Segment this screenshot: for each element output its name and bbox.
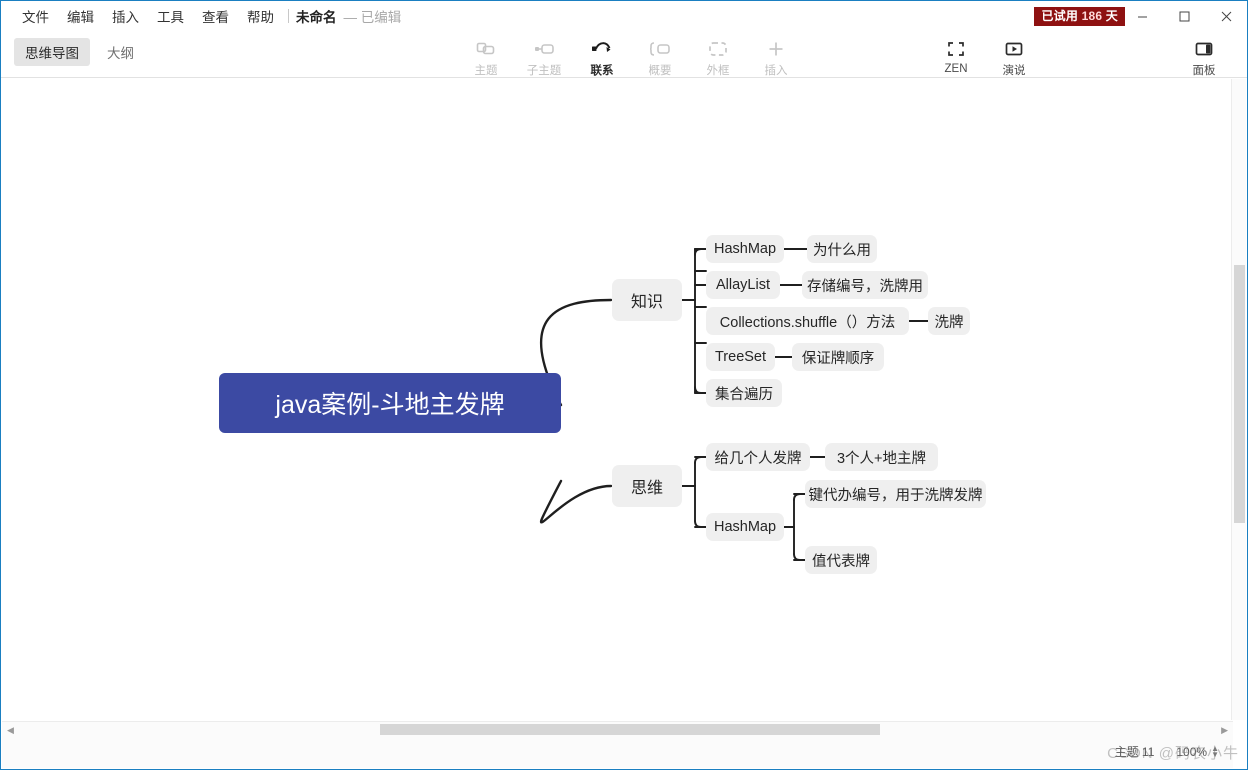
summary-icon (649, 38, 671, 59)
toolbar-label-presentation: 演说 (1002, 65, 1026, 77)
status-bar: 主题 11 100% ▲ ▼ (2, 735, 1233, 768)
mindmap-node-hashmap-thinking[interactable]: HashMap (706, 513, 784, 541)
mindmap-node-allaylist[interactable]: AllayList (706, 271, 780, 299)
toolbar-label-topic: 主题 (474, 65, 498, 77)
toolbar-button-summary[interactable]: 概要 (631, 34, 689, 78)
mindmap-node-three-people-landlord[interactable]: 3个人+地主牌 (825, 443, 938, 471)
horizontal-scrollbar-thumb[interactable] (380, 724, 880, 735)
document-title: 未命名 (296, 10, 337, 25)
trial-suffix-label: 天 (1105, 9, 1118, 23)
toolbar-button-relation[interactable]: 联系 (573, 34, 631, 78)
zoom-level-value: 100% (1176, 744, 1208, 759)
insert-plus-icon (766, 38, 786, 59)
toolbar-button-zen[interactable]: ZEN (927, 34, 985, 78)
mindmap-node-thinking[interactable]: 思维 (612, 465, 682, 507)
toolbar-button-subtopic[interactable]: 子主题 (515, 34, 573, 78)
toolbar-right-actions: ZEN 演说 面板 (927, 34, 1233, 78)
document-edit-state: — 已编辑 (343, 10, 402, 25)
menu-item-help[interactable]: 帮助 (238, 3, 283, 29)
subtopic-icon (533, 38, 555, 59)
toolbar-label-zen: ZEN (944, 63, 968, 75)
menu-item-tools[interactable]: 工具 (148, 3, 193, 29)
title-bar: 文件 编辑 插入 工具 查看 帮助 未命名 — 已编辑 已试用 186 天 (1, 1, 1247, 31)
mindmap-node-store-number[interactable]: 存储编号，洗牌用 (802, 271, 928, 299)
toolbar-label-panel: 面板 (1192, 65, 1216, 77)
zoom-control[interactable]: 100% ▲ ▼ (1176, 744, 1219, 759)
toolbar-label-subtopic: 子主题 (526, 65, 562, 77)
main-toolbar: 思维导图 大纲 主题 子主题 联系 概要 外框 插入 ZEN 演说 面板 (1, 31, 1247, 78)
close-button[interactable] (1205, 1, 1247, 31)
toolbar-button-presentation[interactable]: 演说 (985, 34, 1043, 78)
menu-item-edit[interactable]: 编辑 (58, 3, 103, 29)
mindmap-connectors (539, 248, 929, 561)
vertical-scrollbar[interactable] (1231, 79, 1246, 720)
toolbar-button-topic[interactable]: 主题 (457, 34, 515, 78)
topic-icon (476, 38, 496, 59)
maximize-button[interactable] (1163, 1, 1205, 31)
mindmap-node-deal-to-people[interactable]: 给几个人发牌 (706, 443, 810, 471)
panel-icon (1193, 38, 1215, 59)
close-icon (1221, 11, 1231, 21)
boundary-icon (707, 38, 729, 59)
tab-mindmap[interactable]: 思维导图 (14, 38, 90, 66)
toolbar-button-panel[interactable]: 面板 (1175, 34, 1233, 78)
vertical-scrollbar-thumb[interactable] (1234, 265, 1245, 523)
trial-days-value: 186 (1081, 9, 1103, 23)
toolbar-label-summary: 概要 (648, 65, 672, 77)
divider (288, 9, 289, 23)
toolbar-button-boundary[interactable]: 外框 (689, 34, 747, 78)
mindmap-node-key-number[interactable]: 键代办编号，用于洗牌发牌 (805, 480, 986, 508)
toolbar-actions: 主题 子主题 联系 概要 外框 插入 (457, 34, 805, 78)
toolbar-button-insert[interactable]: 插入 (747, 34, 805, 78)
presentation-play-icon (1003, 38, 1025, 59)
minimize-icon (1137, 16, 1147, 17)
menu-item-view[interactable]: 查看 (193, 3, 238, 29)
mindmap-node-shuffle-cards[interactable]: 洗牌 (928, 307, 970, 335)
tab-outline[interactable]: 大纲 (96, 38, 145, 66)
mindmap-canvas[interactable]: java案例-斗地主发牌 知识 思维 HashMap 为什么用 AllayLis… (2, 79, 1233, 720)
mindmap-node-knowledge[interactable]: 知识 (612, 279, 682, 321)
mindmap-node-hashmap-knowledge[interactable]: HashMap (706, 235, 784, 263)
toolbar-label-relation: 联系 (590, 65, 614, 77)
zoom-stepper[interactable]: ▲ ▼ (1211, 744, 1219, 758)
chevron-down-icon[interactable]: ▼ (1211, 750, 1219, 758)
mindmap-node-root[interactable]: java案例-斗地主发牌 (219, 373, 561, 433)
mindmap-node-treeset[interactable]: TreeSet (706, 343, 775, 371)
topic-count-label: 主题 11 (1114, 745, 1155, 759)
menu-item-insert[interactable]: 插入 (103, 3, 148, 29)
mindmap-node-why-used[interactable]: 为什么用 (807, 235, 877, 263)
zen-focus-icon (946, 38, 966, 60)
mindmap-node-card-order[interactable]: 保证牌顺序 (792, 343, 884, 371)
trial-status-badge[interactable]: 已试用 186 天 (1034, 7, 1125, 26)
mindmap-node-value-card[interactable]: 值代表牌 (805, 546, 877, 574)
menu-item-file[interactable]: 文件 (13, 3, 58, 29)
toolbar-label-boundary: 外框 (706, 65, 730, 77)
relation-icon (590, 38, 614, 59)
mindmap-node-collection-traverse[interactable]: 集合遍历 (706, 379, 782, 407)
toolbar-label-insert: 插入 (764, 65, 788, 77)
minimize-button[interactable] (1121, 1, 1163, 31)
mindmap-node-collections-shuffle[interactable]: Collections.shuffle（）方法 (706, 307, 909, 335)
menu-bar: 文件 编辑 插入 工具 查看 帮助 未命名 — 已编辑 (13, 1, 401, 31)
horizontal-scrollbar[interactable]: ◀ ▶ (2, 721, 1233, 736)
window-controls (1121, 1, 1247, 31)
trial-prefix-label: 已试用 (1041, 9, 1079, 23)
view-tabs: 思维导图 大纲 (14, 38, 145, 66)
app-window: 文件 编辑 插入 工具 查看 帮助 未命名 — 已编辑 已试用 186 天 思维… (0, 0, 1248, 770)
maximize-icon (1179, 11, 1189, 21)
